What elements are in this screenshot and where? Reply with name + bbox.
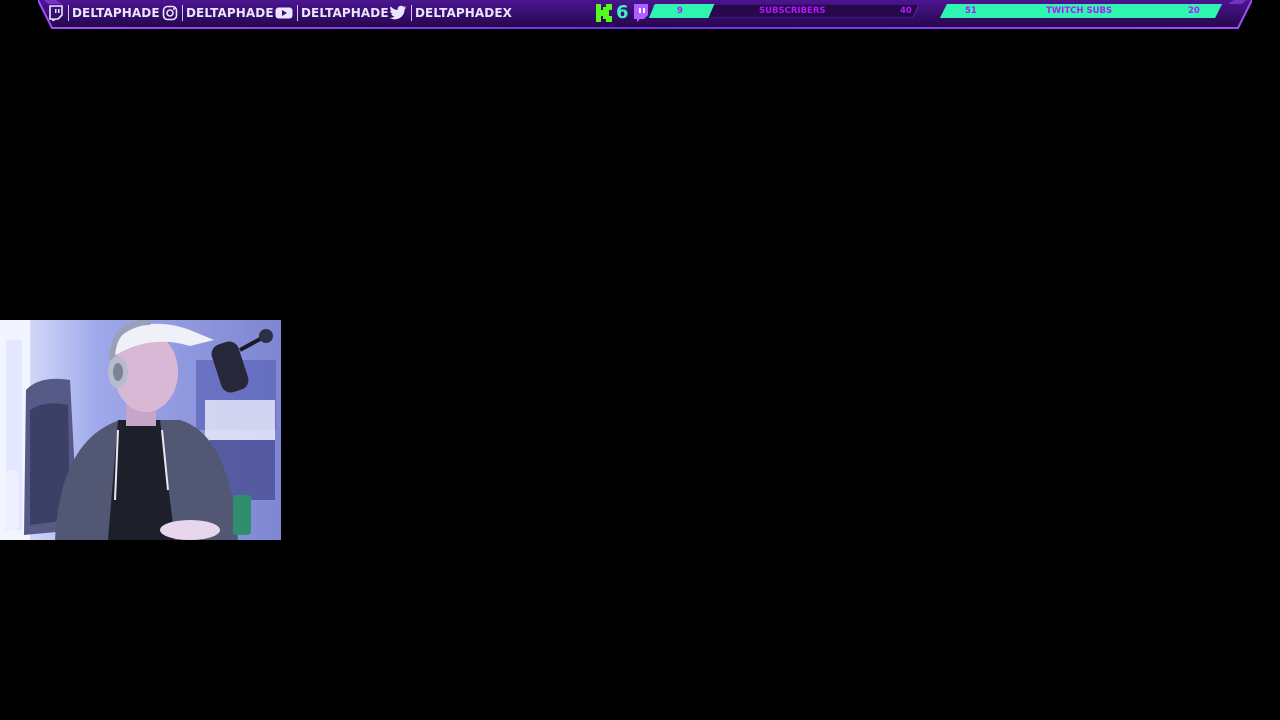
streamer-webcam-image [0,320,281,540]
social-twitch[interactable]: DELTAPHADE [48,4,160,22]
separator [297,5,298,21]
twitch-icon [633,3,649,23]
social-youtube[interactable]: DELTAPHADE [275,4,389,22]
goal-current: 51 [965,6,977,16]
instagram-icon [162,5,178,21]
goal-current: 9 [677,6,683,16]
twitter-icon [389,5,407,21]
social-instagram[interactable]: DELTAPHADE [162,4,274,22]
kick-viewer-count: 6 [616,2,629,23]
twitch-icon [48,5,64,21]
goal-label: TWITCH SUBS [1046,6,1113,16]
goal-bar-twitch-subs: 51 TWITCH SUBS 20 [940,4,1222,18]
kick-icon [595,3,613,23]
goal-bar-subscribers: 9 SUBSCRIBERS 40 [649,4,919,18]
separator [182,5,183,21]
webcam-feed [0,320,281,540]
goal-target: 40 [900,6,912,16]
social-handle: DELTAPHADEX [415,6,512,20]
youtube-icon [275,5,293,21]
separator [411,5,412,21]
social-handle: DELTAPHADE [186,6,274,20]
stream-overlay-topbar: DELTAPHADE DELTAPHADE DELTAPHADE DELTAPH… [38,0,1252,30]
social-handle: DELTAPHADE [72,6,160,20]
goal-target: 20 [1188,6,1200,16]
social-twitter[interactable]: DELTAPHADEX [389,4,512,22]
separator [68,5,69,21]
goal-label: SUBSCRIBERS [759,6,826,16]
social-handle: DELTAPHADE [301,6,389,20]
